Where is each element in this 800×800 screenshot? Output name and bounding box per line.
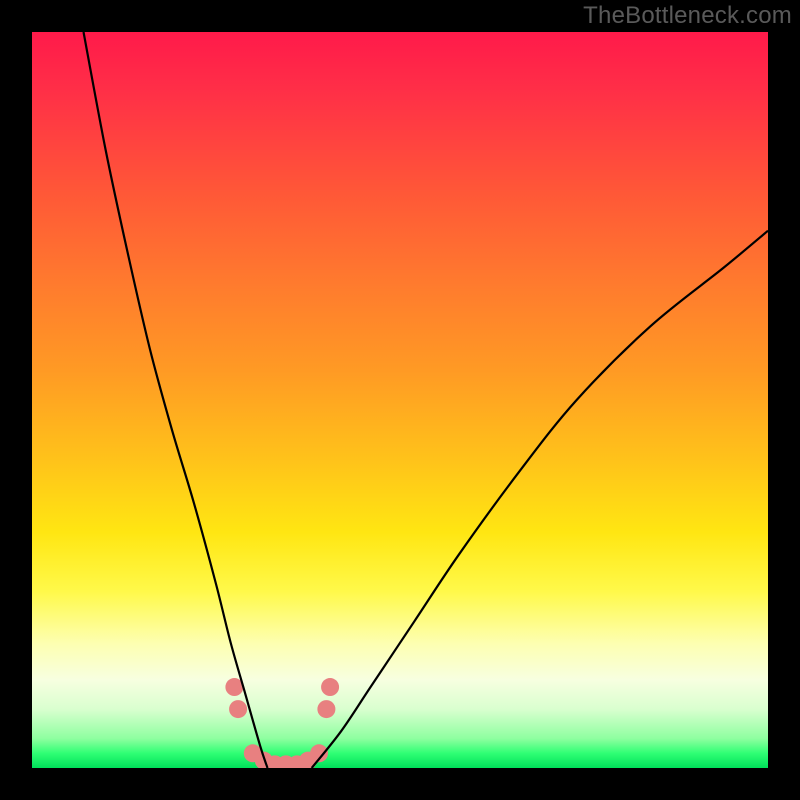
chart-frame: TheBottleneck.com (0, 0, 800, 800)
plot-area (32, 32, 768, 768)
watermark-text: TheBottleneck.com (583, 2, 792, 30)
highlight-dot (229, 700, 247, 718)
curve-layer (32, 32, 768, 768)
left-curve (84, 32, 268, 768)
highlight-dot (321, 678, 339, 696)
right-curve (312, 231, 768, 768)
highlight-dot (317, 700, 335, 718)
